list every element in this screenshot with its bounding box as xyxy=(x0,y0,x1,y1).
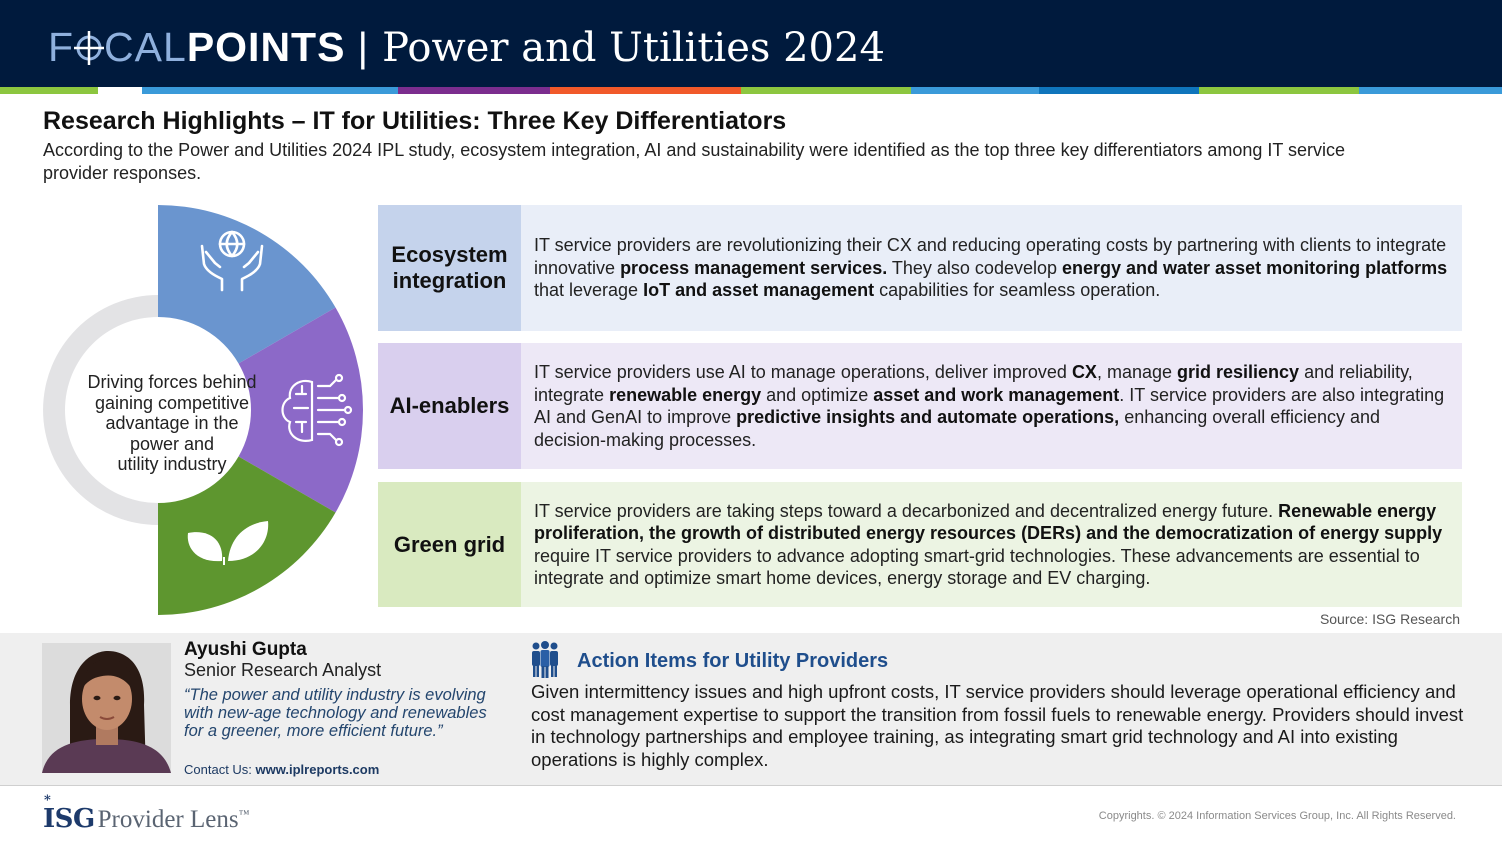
color-stripe-segment xyxy=(911,87,1039,94)
page-subtitle: According to the Power and Utilities 202… xyxy=(43,140,1346,183)
row-description-text: IT service providers are taking steps to… xyxy=(534,500,1443,589)
source-note: Source: ISG Research xyxy=(1319,611,1460,627)
header-bar: F CALPOINTS | Power and Utilities 2024 xyxy=(0,0,1502,87)
action-items-text: Given intermittency issues and high upfr… xyxy=(531,681,1464,771)
contact-line: Contact Us: www.iplreports.com xyxy=(184,762,379,777)
donut-center-line: utility industry xyxy=(117,454,227,474)
row-label-line1: AI-enablers xyxy=(389,393,510,418)
avatar xyxy=(42,643,171,773)
row-description: IT service providers use AI to manage op… xyxy=(521,343,1462,469)
row-ai-enablers: AI-enablers IT service providers use AI … xyxy=(378,343,1462,469)
footer-divider xyxy=(0,785,1502,786)
color-stripe-segment xyxy=(142,87,398,94)
brand-focal-rest: CAL xyxy=(104,24,187,70)
isg-provider-lens-logo: * ISG Provider Lens™ xyxy=(43,793,250,834)
contact-label: Contact Us: xyxy=(184,762,256,777)
donut-center-line: advantage in the xyxy=(105,413,239,433)
logo-star: * xyxy=(44,793,51,808)
brand-points: POINTS xyxy=(186,24,346,70)
color-stripe-segment xyxy=(550,87,741,94)
color-stripe-segment xyxy=(0,87,98,94)
author-name: Ayushi Gupta xyxy=(184,639,307,660)
people-group-icon xyxy=(532,641,558,678)
crosshair-icon xyxy=(74,31,105,65)
logo-provider-lens: Provider Lens™ xyxy=(98,806,250,834)
row-label: Green grid xyxy=(378,482,521,607)
donut-center-line: gaining competitive xyxy=(94,392,250,413)
row-label-line1: Green grid xyxy=(393,531,506,557)
page-title: Research Highlights – IT for Utilities: … xyxy=(43,107,787,135)
row-description: IT service providers are revolutionizing… xyxy=(521,205,1462,331)
copyright-notice: Copyrights. © 2024 Information Services … xyxy=(1098,810,1456,822)
row-ecosystem-integration: Ecosystem integration IT service provider… xyxy=(378,205,1462,331)
color-stripe-segment xyxy=(1039,87,1199,94)
donut-center-line: power and xyxy=(129,433,215,454)
contact-link[interactable]: www.iplreports.com xyxy=(256,762,380,777)
color-stripe-segment xyxy=(1359,87,1502,94)
row-description-text: IT service providers use AI to manage op… xyxy=(534,362,1445,450)
row-label-line2: integration xyxy=(392,268,507,293)
action-items-title: Action Items for Utility Providers xyxy=(577,650,889,672)
donut-center-text: Driving forces behind gaining competitive… xyxy=(72,372,272,475)
logo-isg: * ISG xyxy=(43,793,95,834)
author-role: Senior Research Analyst xyxy=(184,660,382,680)
brand-focal-f: F xyxy=(48,24,75,70)
row-description-text: IT service providers are revolutionizing… xyxy=(534,235,1448,301)
color-stripe-segment xyxy=(98,87,142,94)
color-stripe-segment xyxy=(398,87,550,94)
color-stripe xyxy=(0,87,1502,94)
author-photo xyxy=(42,643,171,773)
row-label: Ecosystem integration xyxy=(378,205,521,331)
brand-separator: | xyxy=(357,24,369,70)
author-quote: “The power and utility industry is evolv… xyxy=(184,686,487,740)
brand-title: F CALPOINTS | Power and Utilities 2024 xyxy=(48,22,885,73)
donut-center-line: Driving forces behind xyxy=(87,372,257,392)
report-title: Power and Utilities 2024 xyxy=(382,25,885,71)
row-green-grid: Green grid IT service providers are taki… xyxy=(378,482,1462,607)
row-label: AI-enablers xyxy=(378,343,521,469)
color-stripe-segment xyxy=(741,87,911,94)
row-description: IT service providers are taking steps to… xyxy=(521,482,1462,607)
color-stripe-segment xyxy=(1199,87,1359,94)
logo-provider-text: Provider Lens xyxy=(97,806,239,833)
logo-isg-text: ISG xyxy=(43,804,95,834)
row-label-line1: Ecosystem xyxy=(391,242,508,267)
logo-trademark: ™ xyxy=(238,808,250,821)
